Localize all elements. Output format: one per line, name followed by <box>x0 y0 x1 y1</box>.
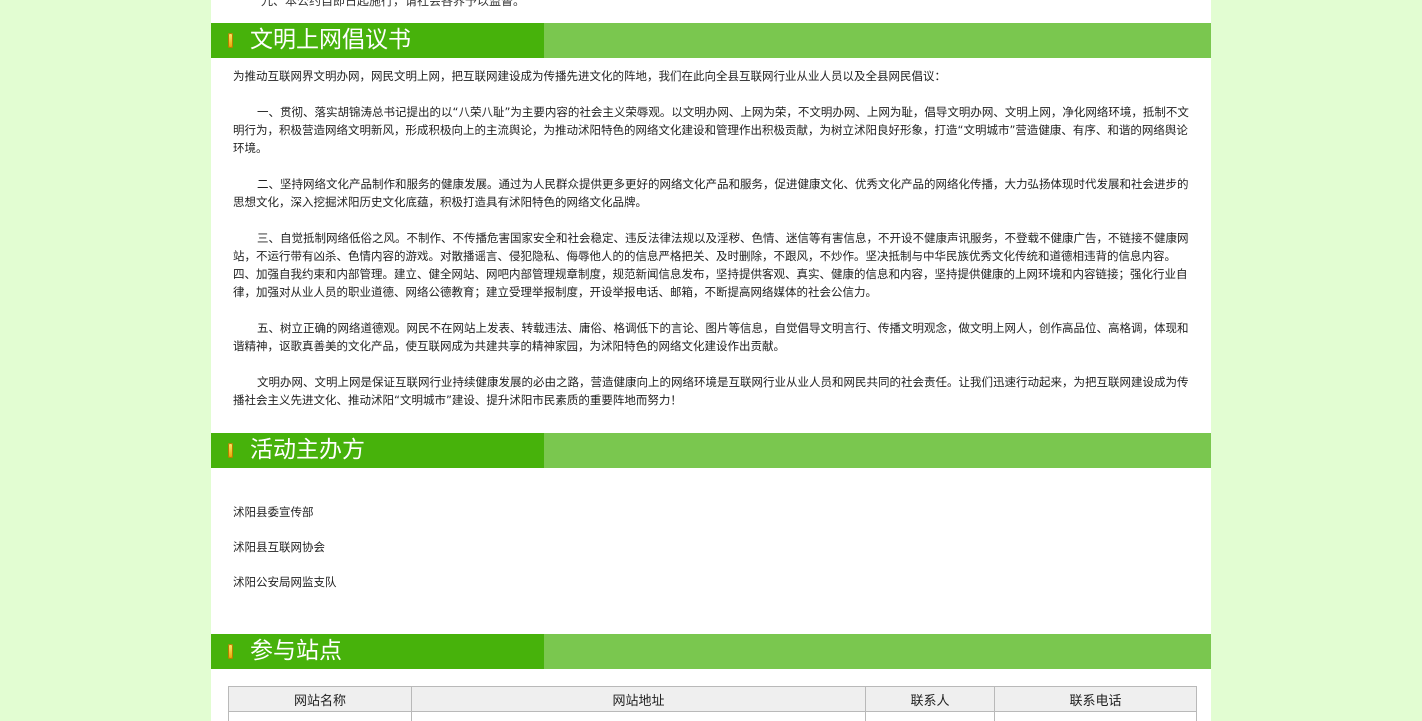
clipped-previous-text: 九、本公约自即日起施行，请社会各界予以监督。 <box>261 0 526 8</box>
table-cell <box>411 711 866 721</box>
organizer-item: 沭阳公安局网监支队 <box>233 575 337 589</box>
initiative-para-1: 一、贯彻、落实胡锦涛总书记提出的以“八荣八耻”为主要内容的社会主义荣辱观。以文明… <box>233 105 1189 155</box>
initiative-closing: 文明办网、文明上网是保证互联网行业持续健康发展的必由之路，营造健康向上的网络环境… <box>233 375 1189 407</box>
table-row <box>228 711 1197 721</box>
table-cell <box>865 711 995 721</box>
section-header-sites: 参与站点 <box>211 634 1211 669</box>
sites-table: 网站名称 网站地址 联系人 联系电话 <box>228 686 1197 721</box>
initiative-intro: 为推动互联网界文明办网，网民文明上网，把互联网建设成为传播先进文化的阵地，我们在… <box>233 69 946 83</box>
initiative-para-3: 三、自觉抵制网络低俗之风。不制作、不传播危害国家安全和社会稳定、违反法律法规以及… <box>233 231 1189 263</box>
section-title-organizers: 活动主办方 <box>250 437 365 463</box>
initiative-para-5: 五、树立正确的网络道德观。网民不在网站上发表、转载违法、庸俗、格调低下的言论、图… <box>233 321 1189 353</box>
content-column: 九、本公约自即日起施行，请社会各界予以监督。 文明上网倡议书 为推动互联网界文明… <box>211 0 1211 721</box>
table-header-row: 网站名称 网站地址 联系人 联系电话 <box>228 686 1197 712</box>
yellow-bar-icon <box>228 33 233 48</box>
section-title-sites: 参与站点 <box>250 638 342 664</box>
table-cell <box>994 711 1197 721</box>
table-cell <box>228 711 412 721</box>
column-header-site-url: 网站地址 <box>411 686 866 712</box>
section-title-initiative: 文明上网倡议书 <box>250 27 411 53</box>
organizer-item: 沭阳县委宣传部 <box>233 505 314 519</box>
initiative-body: 为推动互联网界文明办网，网民文明上网，把互联网建设成为传播先进文化的阵地，我们在… <box>233 67 1195 409</box>
column-header-contact: 联系人 <box>865 686 995 712</box>
column-header-phone: 联系电话 <box>994 686 1197 712</box>
column-header-site-name: 网站名称 <box>228 686 412 712</box>
yellow-bar-icon <box>228 644 233 659</box>
organizer-item: 沭阳县互联网协会 <box>233 540 325 554</box>
section-header-organizers: 活动主办方 <box>211 433 1211 468</box>
yellow-bar-icon <box>228 443 233 458</box>
initiative-para-2: 二、坚持网络文化产品制作和服务的健康发展。通过为人民群众提供更多更好的网络文化产… <box>233 177 1189 209</box>
initiative-para-4: 四、加强自我约束和内部管理。建立、健全网站、网吧内部管理规章制度，规范新闻信息发… <box>233 267 1188 299</box>
section-header-initiative: 文明上网倡议书 <box>211 23 1211 58</box>
